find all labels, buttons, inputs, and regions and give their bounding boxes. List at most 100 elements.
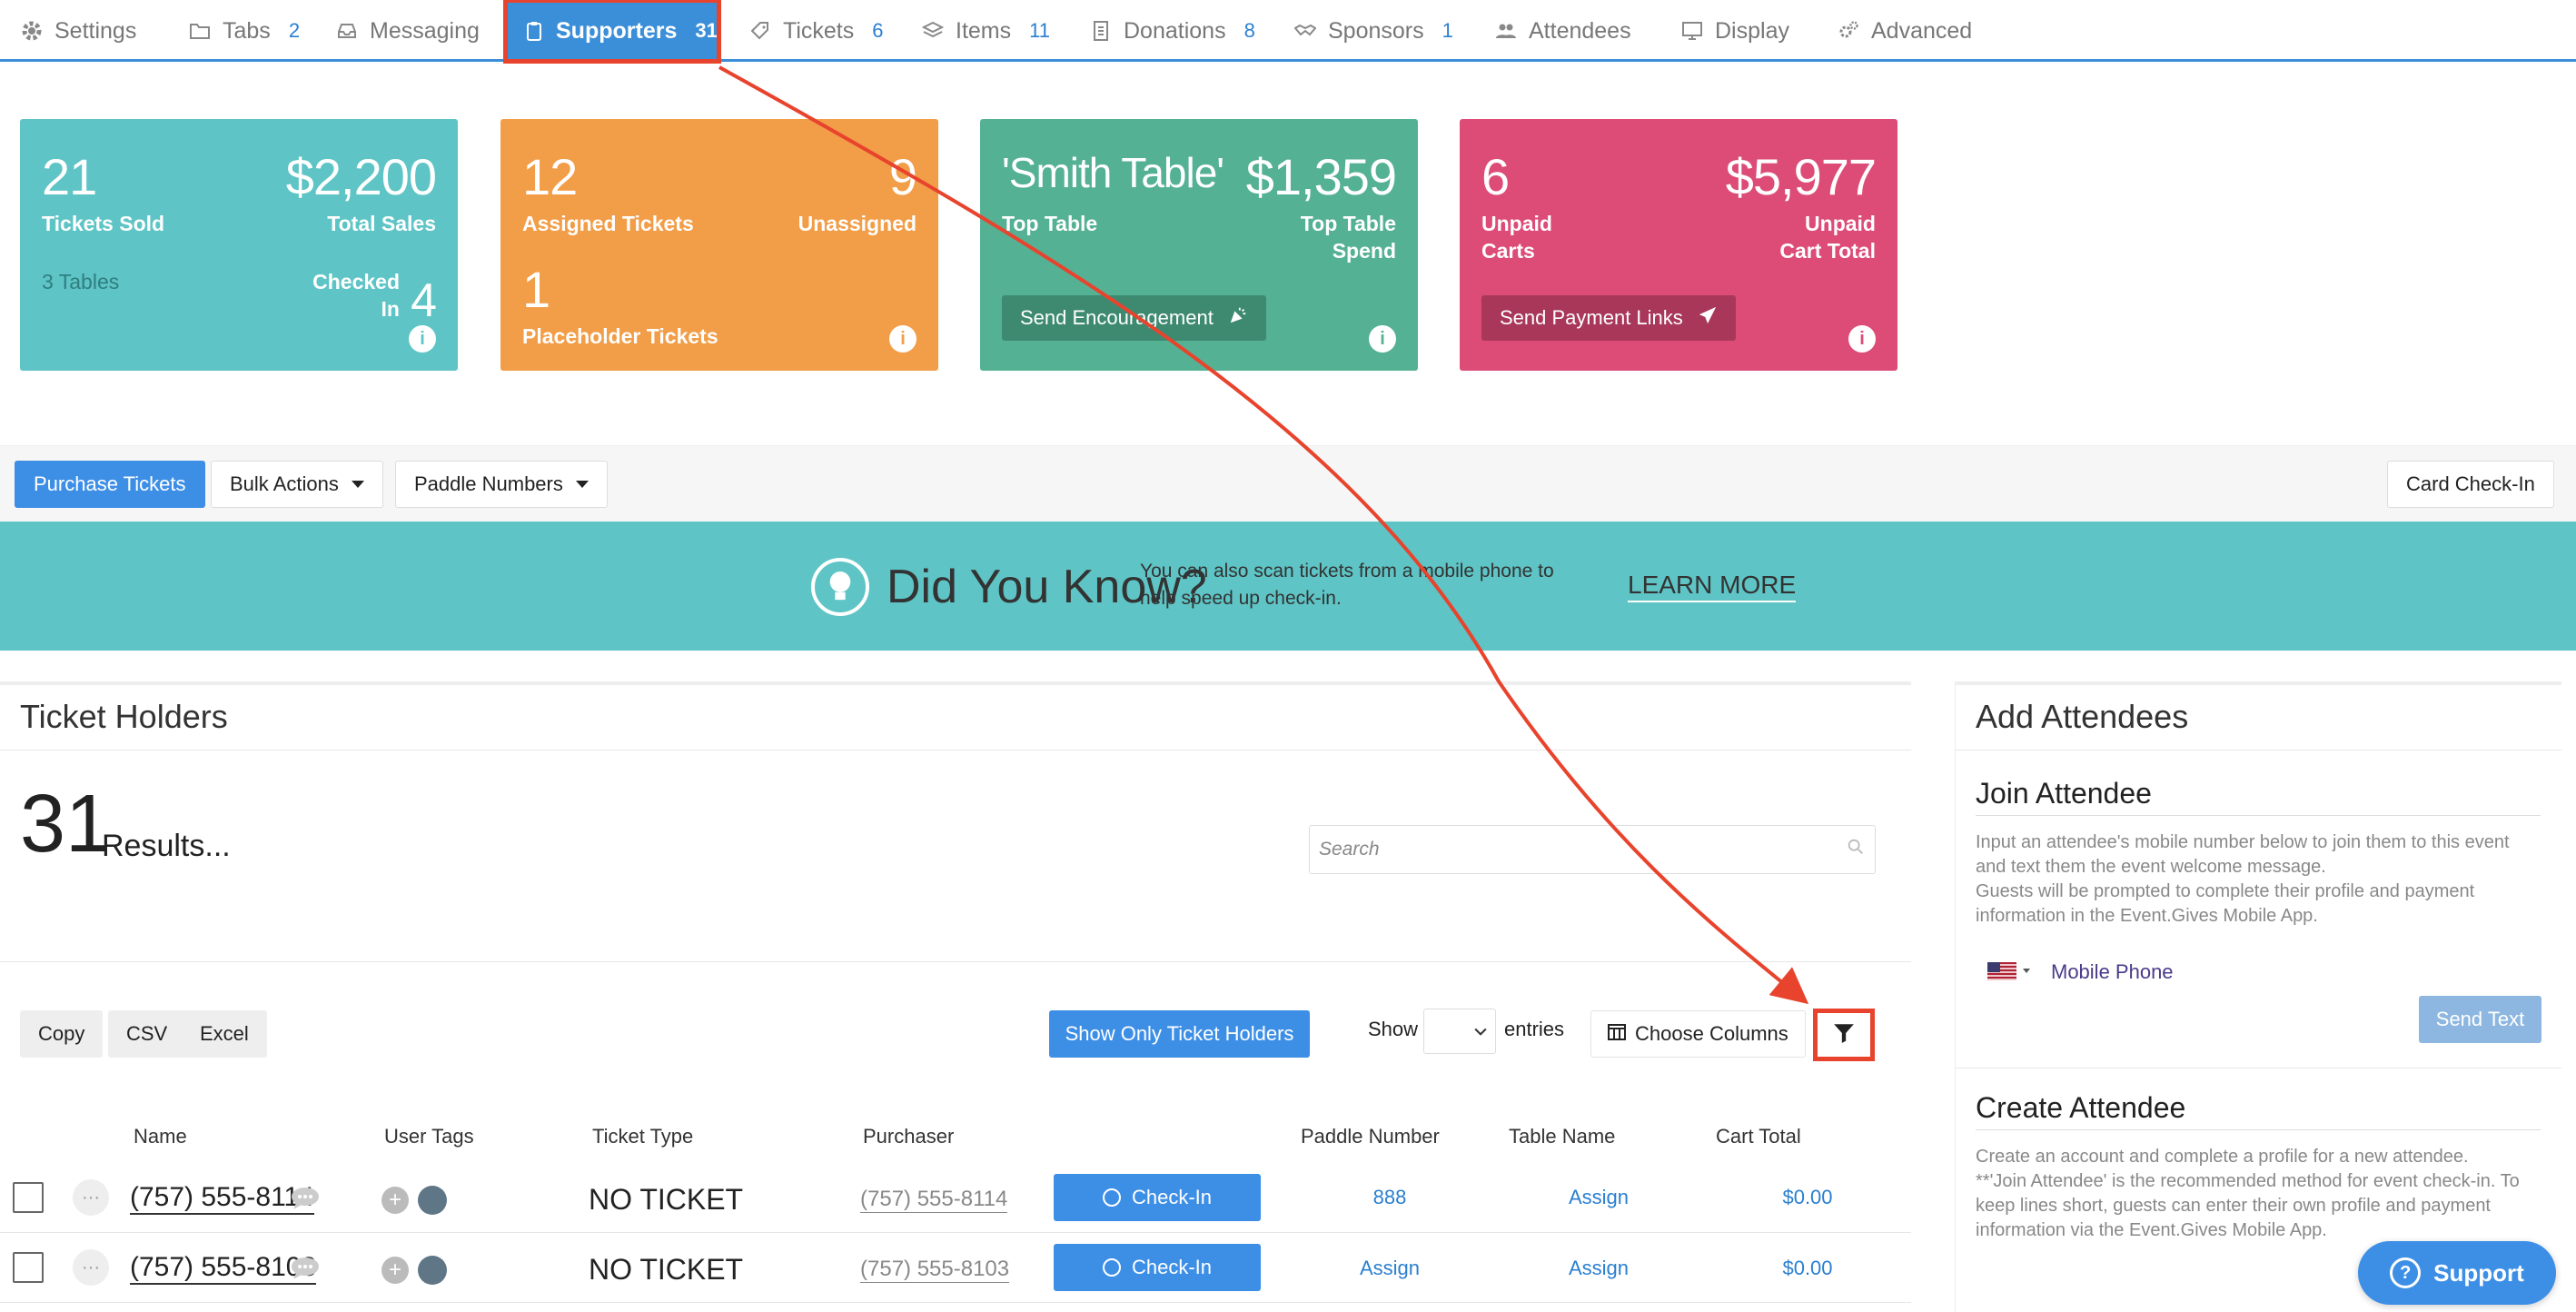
cart-total-link[interactable]: $0.00 — [1771, 1186, 1844, 1209]
paper-plane-icon — [1698, 305, 1718, 331]
add-tag-icon[interactable]: + — [381, 1257, 409, 1284]
party-icon — [1228, 305, 1248, 331]
filter-button[interactable] — [1813, 1009, 1875, 1061]
check-in-button[interactable]: Check-In — [1054, 1174, 1261, 1221]
more-options-icon[interactable]: ··· — [73, 1179, 109, 1216]
more-options-icon[interactable]: ··· — [73, 1249, 109, 1286]
tab-messaging[interactable]: Messaging — [335, 0, 480, 62]
send-payment-links-button[interactable]: Send Payment Links — [1481, 295, 1736, 341]
column-header-ticket-type[interactable]: Ticket Type — [592, 1125, 693, 1148]
tab-advanced[interactable]: Advanced — [1837, 0, 1972, 62]
columns-icon — [1608, 1022, 1626, 1046]
tab-label: Sponsors — [1328, 17, 1424, 44]
copy-button[interactable]: Copy — [20, 1010, 104, 1058]
row-checkbox[interactable] — [13, 1182, 44, 1213]
create-description: Create an account and complete a profile… — [1976, 1147, 2469, 1167]
send-encouragement-button[interactable]: Send Encouragement — [1002, 295, 1266, 341]
chevron-down-icon — [1474, 1028, 1487, 1036]
tab-sponsors[interactable]: Sponsors 1 — [1293, 0, 1453, 62]
bulk-actions-dropdown[interactable]: Bulk Actions — [211, 461, 383, 508]
check-in-label: Check-In — [1131, 1256, 1213, 1278]
total-sales-label: Total Sales — [327, 212, 436, 235]
clipboard-icon — [523, 19, 545, 43]
send-encouragement-label: Send Encouragement — [1020, 306, 1214, 329]
placeholder-value: 1 — [522, 261, 550, 318]
purchaser-link[interactable]: (757) 555-8114 — [860, 1187, 1008, 1213]
user-tag[interactable] — [418, 1256, 447, 1285]
unpaid-carts-label: Unpaid Carts — [1481, 212, 1552, 263]
table-assign-link[interactable]: Assign — [1555, 1186, 1642, 1209]
chat-bubble-icon[interactable] — [291, 1187, 320, 1210]
tab-display[interactable]: Display — [1680, 0, 1789, 62]
tab-label: Settings — [54, 17, 137, 44]
tab-donations[interactable]: Donations 8 — [1089, 0, 1255, 62]
table-assign-link[interactable]: Assign — [1555, 1257, 1642, 1280]
tab-attendees[interactable]: Attendees — [1494, 0, 1631, 62]
csv-button[interactable]: CSV — [108, 1010, 186, 1058]
choose-columns-button[interactable]: Choose Columns — [1590, 1010, 1806, 1058]
checked-in-value: 4 — [411, 274, 437, 327]
learn-more-link[interactable]: LEARN MORE — [1628, 570, 1797, 602]
row-checkbox[interactable] — [13, 1252, 44, 1283]
row-divider — [0, 1232, 1911, 1233]
check-in-label: Check-In — [1131, 1186, 1213, 1208]
column-header-table-name[interactable]: Table Name — [1509, 1125, 1615, 1148]
ticket-type: NO TICKET — [589, 1253, 744, 1286]
column-header-user-tags[interactable]: User Tags — [384, 1125, 474, 1148]
mobile-phone-input[interactable]: Mobile Phone — [2051, 960, 2174, 984]
card-check-in-button[interactable]: Card Check-In — [2387, 461, 2554, 508]
tab-count: 2 — [288, 19, 301, 42]
inbox-icon — [335, 19, 359, 43]
circle-icon — [1102, 1188, 1121, 1207]
tab-count: 6 — [872, 19, 884, 42]
handshake-icon — [1293, 19, 1317, 43]
divider — [0, 961, 1911, 962]
info-icon[interactable]: i — [409, 325, 436, 353]
column-header-paddle-number[interactable]: Paddle Number — [1301, 1125, 1440, 1148]
us-flag-icon[interactable] — [1987, 962, 2016, 980]
top-table-label: Top Table — [1002, 212, 1098, 235]
search-input[interactable]: Search — [1309, 825, 1876, 874]
results-label: Results... — [102, 829, 231, 863]
purchaser-link[interactable]: (757) 555-8103 — [860, 1257, 1010, 1283]
tab-count: 31 — [695, 19, 718, 42]
tab-items[interactable]: Items 11 — [921, 0, 1050, 62]
info-icon[interactable]: i — [1848, 325, 1876, 353]
check-in-button[interactable]: Check-In — [1054, 1244, 1261, 1291]
ticket-holders-panel — [0, 681, 1911, 1312]
entries-select[interactable] — [1423, 1009, 1496, 1054]
info-icon[interactable]: i — [889, 325, 916, 353]
filter-icon — [1832, 1021, 1856, 1049]
purchase-tickets-button[interactable]: Purchase Tickets — [15, 461, 205, 508]
users-icon — [1494, 19, 1518, 43]
tab-tabs[interactable]: Tabs 2 — [188, 0, 300, 62]
ticket-holder-name[interactable]: (757) 555-8114 — [130, 1182, 314, 1215]
column-header-purchaser[interactable]: Purchaser — [863, 1125, 954, 1148]
tab-tickets[interactable]: Tickets 6 — [748, 0, 884, 62]
monitor-icon — [1680, 19, 1704, 43]
show-only-ticket-holders-button[interactable]: Show Only Ticket Holders — [1049, 1010, 1310, 1058]
tab-supporters[interactable]: Supporters 31 — [503, 0, 721, 64]
tickets-sold-value: 21 — [42, 148, 97, 205]
support-button[interactable]: ? Support — [2358, 1241, 2556, 1305]
top-table-spend-label: Top Table Spend — [1300, 212, 1396, 263]
gears-icon — [1837, 19, 1860, 43]
column-header-name[interactable]: Name — [134, 1125, 187, 1148]
chat-bubble-icon[interactable] — [291, 1257, 320, 1280]
send-text-button[interactable]: Send Text — [2419, 996, 2541, 1043]
info-icon[interactable]: i — [1369, 325, 1396, 353]
user-tag[interactable] — [418, 1186, 447, 1215]
unpaid-carts-value: 6 — [1481, 148, 1510, 205]
paddle-numbers-dropdown[interactable]: Paddle Numbers — [395, 461, 608, 508]
cart-total-link[interactable]: $0.00 — [1771, 1257, 1844, 1280]
tables-count: 3 Tables — [42, 270, 120, 293]
paddle-number-link[interactable]: 888 — [1353, 1186, 1426, 1209]
column-header-cart-total[interactable]: Cart Total — [1716, 1125, 1801, 1148]
tab-settings[interactable]: Settings — [20, 0, 136, 62]
placeholder-label: Placeholder Tickets — [522, 324, 718, 348]
excel-button[interactable]: Excel — [182, 1010, 267, 1058]
ticket-holder-name[interactable]: (757) 555-8103 — [130, 1252, 317, 1285]
add-tag-icon[interactable]: + — [381, 1187, 409, 1214]
paddle-number-link[interactable]: Assign — [1353, 1257, 1426, 1280]
add-attendees-title: Add Attendees — [1976, 698, 2189, 735]
